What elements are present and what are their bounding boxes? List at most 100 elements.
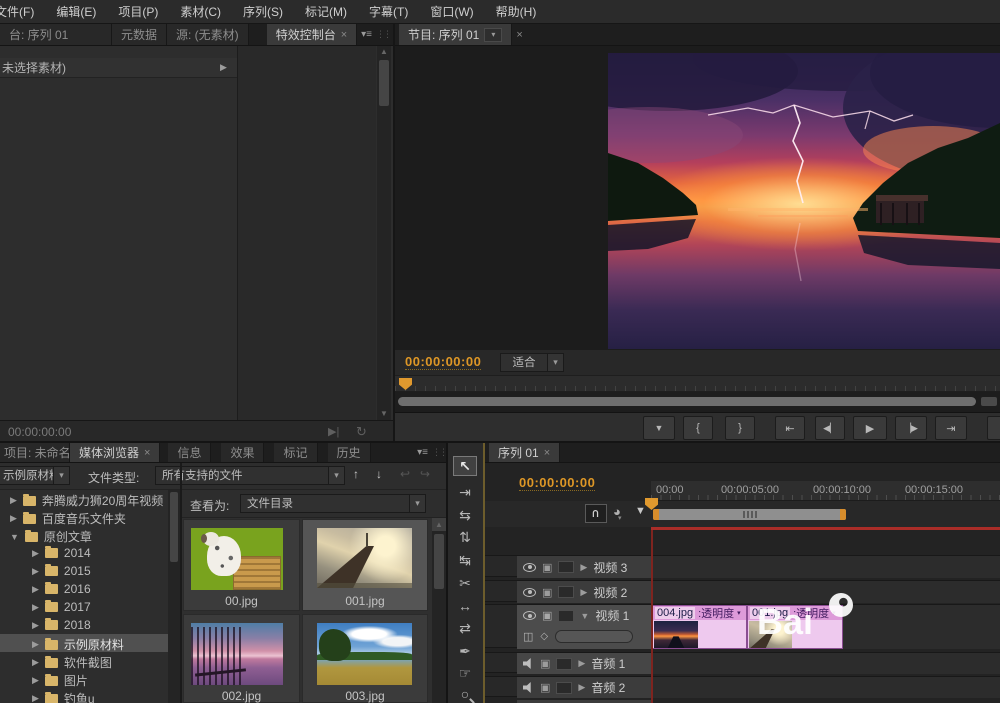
eye-icon[interactable] bbox=[523, 611, 536, 620]
step-back-button[interactable]: ◀▏ bbox=[815, 416, 845, 440]
menu-clip[interactable]: 素材(C) bbox=[180, 3, 221, 20]
track-lane[interactable] bbox=[651, 653, 1000, 674]
tool-selection[interactable]: ↖ bbox=[453, 456, 477, 476]
collapse-icon[interactable]: ▼ bbox=[580, 611, 589, 621]
tree-item[interactable]: ▶ 百度音乐文件夹 bbox=[10, 510, 126, 527]
folder-select[interactable]: 示例原材料 ▾ bbox=[0, 466, 70, 485]
add-marker-button[interactable]: ▼ bbox=[643, 416, 675, 440]
tree-item[interactable]: ▶ 钓鱼u bbox=[32, 690, 95, 703]
menu-edit[interactable]: 编辑(E) bbox=[56, 3, 96, 20]
track-lane[interactable] bbox=[651, 581, 1000, 603]
panel-menu-icon[interactable]: ▾≡ bbox=[413, 447, 432, 458]
track-lock-box[interactable] bbox=[558, 561, 575, 573]
work-area-grip[interactable] bbox=[742, 511, 757, 518]
collapse-icon[interactable]: ▶ bbox=[580, 562, 587, 573]
menu-sequence[interactable]: 序列(S) bbox=[243, 3, 283, 20]
track-lane[interactable]: 004.jpg :透明度 ▾ 001.jpg :透明度 ▾ bbox=[651, 605, 1000, 649]
work-area-bar[interactable] bbox=[653, 509, 846, 520]
grid-scrollbar[interactable]: ▲ bbox=[432, 518, 446, 703]
mark-in-button[interactable]: { bbox=[683, 416, 713, 440]
clip-004jpg[interactable]: 004.jpg :透明度 ▾ bbox=[652, 605, 747, 649]
clip-effect-label[interactable]: :透明度 bbox=[698, 606, 734, 621]
tab-program-monitor[interactable]: 节目: 序列 01 ▾ bbox=[399, 24, 513, 45]
track-lock-box[interactable] bbox=[556, 681, 573, 694]
menu-title[interactable]: 字幕(T) bbox=[369, 3, 408, 20]
tool-razor[interactable]: ✂ bbox=[453, 573, 477, 593]
tree-item[interactable]: ▶ 奔腾威力狮20周年视频 bbox=[10, 492, 163, 509]
timeline-timecode[interactable]: 00:00:00:00 bbox=[519, 475, 596, 491]
tab-project[interactable]: 项目: 未命名 bbox=[0, 443, 70, 462]
clip-001jpg[interactable]: 001.jpg :透明度 ▾ bbox=[747, 605, 843, 649]
menu-marker[interactable]: 标记(M) bbox=[305, 3, 347, 20]
play-button[interactable]: ▶ bbox=[853, 416, 887, 440]
tree-item[interactable]: ▶ 2015 bbox=[32, 564, 91, 578]
tab-effects[interactable]: 效果 bbox=[221, 443, 265, 462]
tree-item[interactable]: ▶ 2017 bbox=[32, 600, 91, 614]
scroll-up-icon[interactable]: ▲ bbox=[377, 46, 391, 58]
track-lane[interactable] bbox=[651, 677, 1000, 698]
menu-project[interactable]: 项目(P) bbox=[118, 3, 158, 20]
scrollbar-thumb[interactable] bbox=[379, 60, 389, 106]
work-area-end-handle[interactable] bbox=[840, 509, 846, 520]
panel-grip-icon[interactable]: ⋮⋮ bbox=[432, 447, 448, 458]
media-item-001jpg[interactable]: 001.jpg bbox=[302, 519, 428, 611]
collapse-icon[interactable]: ▶ bbox=[578, 682, 585, 693]
dropdown-icon[interactable]: ▾ bbox=[832, 609, 836, 617]
scroll-up-icon[interactable]: ▲ bbox=[432, 518, 446, 531]
tab-effect-controls[interactable]: 特效控制台 × bbox=[266, 24, 358, 45]
tree-item[interactable]: ▶ 2018 bbox=[32, 618, 91, 632]
tree-item[interactable]: ▶ 2014 bbox=[32, 546, 91, 560]
track-lock-box[interactable] bbox=[556, 657, 573, 670]
down-directory-icon[interactable]: ↓ bbox=[376, 467, 382, 481]
eye-icon[interactable] bbox=[523, 562, 536, 572]
collapse-icon[interactable]: ▶ bbox=[580, 587, 587, 598]
snap-toggle[interactable]: ⊂ bbox=[585, 504, 607, 523]
sync-lock-icon[interactable]: ▣ bbox=[540, 681, 550, 694]
mark-out-button[interactable]: } bbox=[725, 416, 755, 440]
media-item-002jpg[interactable]: 002.jpg bbox=[183, 614, 300, 703]
tool-hand[interactable]: ☞ bbox=[453, 663, 477, 683]
sync-lock-icon[interactable]: ▣ bbox=[540, 657, 550, 670]
display-style-icon[interactable]: ◫ bbox=[523, 630, 533, 643]
speaker-icon[interactable] bbox=[523, 682, 531, 693]
scrollbar-end-handle[interactable] bbox=[981, 397, 997, 406]
speaker-icon[interactable] bbox=[523, 658, 531, 669]
tool-ripple-edit[interactable]: ⇆ bbox=[453, 505, 477, 525]
tab-info[interactable]: 信息 bbox=[168, 443, 212, 462]
tree-scrollbar[interactable] bbox=[168, 490, 180, 703]
close-icon[interactable]: × bbox=[341, 29, 347, 41]
chevron-right-icon[interactable]: ▶ bbox=[220, 62, 227, 73]
program-timecode[interactable]: 00:00:00:00 bbox=[405, 354, 482, 370]
track-lock-box[interactable] bbox=[558, 586, 575, 598]
effect-controls-scrollbar[interactable]: ▲ ▼ bbox=[377, 46, 391, 420]
media-item-00jpg[interactable]: 00.jpg bbox=[183, 519, 300, 611]
tab-history[interactable]: 历史 bbox=[327, 443, 371, 462]
play-to-out-icon[interactable]: ▶| bbox=[328, 425, 339, 438]
sync-lock-icon[interactable]: ▣ bbox=[542, 561, 552, 574]
tool-pen[interactable]: ✒ bbox=[453, 641, 477, 661]
loop-icon[interactable]: ↻ bbox=[356, 424, 367, 440]
partial-button[interactable] bbox=[987, 416, 1000, 440]
tree-item[interactable]: ▼ 原创文章 bbox=[10, 528, 92, 545]
tree-item[interactable]: ▶ 图片 bbox=[32, 672, 88, 689]
unnumbered-marker-icon[interactable]: ▼ bbox=[635, 505, 646, 517]
tool-slide[interactable]: ⇄ bbox=[453, 618, 477, 638]
tool-rolling-edit[interactable]: ⇅ bbox=[453, 527, 477, 547]
menu-window[interactable]: 窗口(W) bbox=[430, 3, 473, 20]
scrollbar-thumb[interactable] bbox=[170, 492, 178, 562]
go-to-out-button[interactable]: ⇥ bbox=[935, 416, 967, 440]
back-icon[interactable]: ↩ bbox=[400, 467, 410, 481]
scrollbar-thumb[interactable] bbox=[398, 397, 976, 406]
timeline-ruler[interactable]: 00:00 00:00:05:00 00:00:10:00 00:00:15:0… bbox=[651, 481, 1000, 501]
scrollbar-thumb[interactable] bbox=[434, 534, 444, 589]
tab-sequence-01[interactable]: 序列 01 × bbox=[489, 443, 561, 462]
tab-media-browser[interactable]: 媒体浏览器 × bbox=[70, 443, 161, 462]
eye-icon[interactable] bbox=[523, 587, 536, 597]
tool-zoom[interactable]: ○ bbox=[453, 684, 477, 703]
close-icon[interactable]: × bbox=[144, 447, 150, 459]
scroll-down-icon[interactable]: ▼ bbox=[377, 408, 391, 420]
tool-track-select[interactable]: ⇥ bbox=[453, 482, 477, 502]
up-directory-icon[interactable]: ↑ bbox=[353, 467, 359, 481]
monitor-select-dropdown-icon[interactable]: ▾ bbox=[484, 27, 503, 42]
track-height-slider[interactable] bbox=[555, 630, 634, 643]
